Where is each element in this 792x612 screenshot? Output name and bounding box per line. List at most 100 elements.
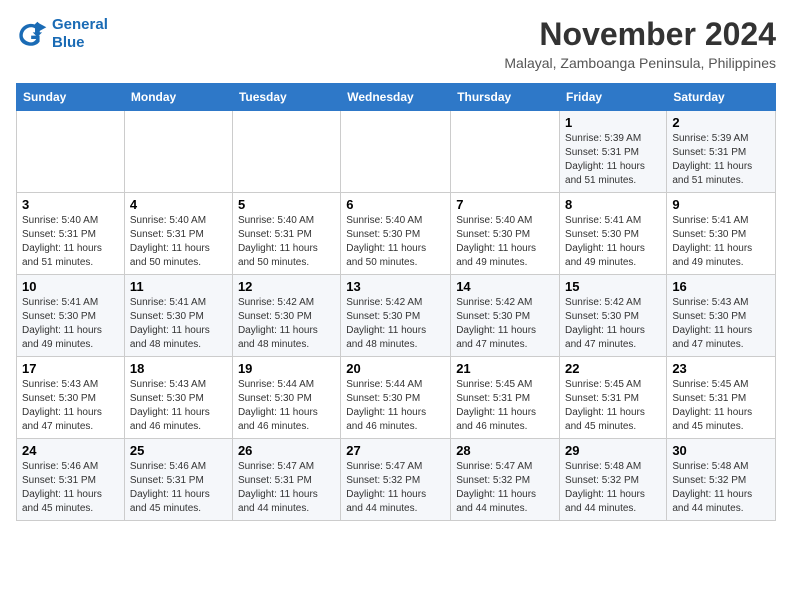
day-info: Sunrise: 5:40 AM Sunset: 5:31 PM Dayligh…: [22, 214, 119, 270]
day-number: 28: [456, 443, 554, 458]
calendar-cell: 18Sunrise: 5:43 AM Sunset: 5:30 PM Dayli…: [124, 357, 232, 439]
calendar-cell: 17 Sunrise: 5:43 AM Sunset: 5:30 PM Dayli…: [17, 357, 125, 439]
day-info: Sunrise: 5:46 AM Sunset: 5:31 PM Dayligh…: [130, 460, 227, 516]
day-info: Sunrise: 5:41 AM Sunset: 5:30 PM Dayligh…: [22, 296, 119, 352]
day-info: Sunrise: 5:40 AM Sunset: 5:31 PM Dayligh…: [130, 214, 227, 270]
calendar-cell: 8 Sunrise: 5:41 AM Sunset: 5:30 PM Daylig…: [560, 193, 667, 275]
day-info: Sunrise: 5:47 AM Sunset: 5:32 PM Dayligh…: [456, 460, 554, 516]
day-number: 30: [672, 443, 770, 458]
calendar-cell: 23Sunrise: 5:45 AM Sunset: 5:31 PM Dayli…: [667, 357, 776, 439]
day-info: Sunrise: 5:42 AM Sunset: 5:30 PM Dayligh…: [456, 296, 554, 352]
day-number: 9: [672, 197, 770, 212]
day-info: Sunrise: 5:44 AM Sunset: 5:30 PM Dayligh…: [238, 378, 335, 434]
calendar-cell: 15 Sunrise: 5:42 AM Sunset: 5:30 PM Dayli…: [560, 275, 667, 357]
title-section: November 2024 Malayal, Zamboanga Peninsu…: [504, 16, 776, 71]
day-info: Sunrise: 5:43 AM Sunset: 5:30 PM Dayligh…: [22, 378, 119, 434]
day-info: Sunrise: 5:45 AM Sunset: 5:31 PM Dayligh…: [565, 378, 661, 434]
header-cell-friday: Friday: [560, 84, 667, 111]
calendar-week-row: 10 Sunrise: 5:41 AM Sunset: 5:30 PM Dayli…: [17, 275, 776, 357]
logo: General Blue: [16, 16, 108, 52]
calendar-cell: 20Sunrise: 5:44 AM Sunset: 5:30 PM Dayli…: [341, 357, 451, 439]
calendar-cell: 7 Sunrise: 5:40 AM Sunset: 5:30 PM Daylig…: [451, 193, 560, 275]
calendar-cell: 10 Sunrise: 5:41 AM Sunset: 5:30 PM Dayli…: [17, 275, 125, 357]
calendar-cell: 11Sunrise: 5:41 AM Sunset: 5:30 PM Dayli…: [124, 275, 232, 357]
page-title: November 2024: [504, 16, 776, 53]
calendar-cell: 6Sunrise: 5:40 AM Sunset: 5:30 PM Daylig…: [341, 193, 451, 275]
day-info: Sunrise: 5:41 AM Sunset: 5:30 PM Dayligh…: [672, 214, 770, 270]
day-info: Sunrise: 5:42 AM Sunset: 5:30 PM Dayligh…: [565, 296, 661, 352]
day-number: 15: [565, 279, 661, 294]
day-number: 3: [22, 197, 119, 212]
day-number: 14: [456, 279, 554, 294]
header-cell-thursday: Thursday: [451, 84, 560, 111]
calendar-cell: 13Sunrise: 5:42 AM Sunset: 5:30 PM Dayli…: [341, 275, 451, 357]
day-info: Sunrise: 5:48 AM Sunset: 5:32 PM Dayligh…: [565, 460, 661, 516]
day-number: 1: [565, 115, 661, 130]
day-number: 24: [22, 443, 119, 458]
day-info: Sunrise: 5:42 AM Sunset: 5:30 PM Dayligh…: [346, 296, 445, 352]
day-info: Sunrise: 5:39 AM Sunset: 5:31 PM Dayligh…: [672, 132, 770, 188]
day-number: 2: [672, 115, 770, 130]
day-info: Sunrise: 5:45 AM Sunset: 5:31 PM Dayligh…: [456, 378, 554, 434]
day-number: 29: [565, 443, 661, 458]
calendar-cell: 1 Sunrise: 5:39 AM Sunset: 5:31 PM Daylig…: [560, 111, 667, 193]
day-number: 20: [346, 361, 445, 376]
day-number: 10: [22, 279, 119, 294]
day-number: 17: [22, 361, 119, 376]
day-info: Sunrise: 5:47 AM Sunset: 5:32 PM Dayligh…: [346, 460, 445, 516]
header-cell-wednesday: Wednesday: [341, 84, 451, 111]
day-number: 27: [346, 443, 445, 458]
calendar-table: SundayMondayTuesdayWednesdayThursdayFrid…: [16, 83, 776, 521]
day-number: 18: [130, 361, 227, 376]
calendar-week-row: 17 Sunrise: 5:43 AM Sunset: 5:30 PM Dayli…: [17, 357, 776, 439]
calendar-cell: 21 Sunrise: 5:45 AM Sunset: 5:31 PM Dayli…: [451, 357, 560, 439]
day-info: Sunrise: 5:39 AM Sunset: 5:31 PM Dayligh…: [565, 132, 661, 188]
calendar-cell: 12 Sunrise: 5:42 AM Sunset: 5:30 PM Dayli…: [232, 275, 340, 357]
calendar-cell: [17, 111, 125, 193]
day-info: Sunrise: 5:40 AM Sunset: 5:31 PM Dayligh…: [238, 214, 335, 270]
calendar-cell: [451, 111, 560, 193]
day-number: 12: [238, 279, 335, 294]
calendar-week-row: 3 Sunrise: 5:40 AM Sunset: 5:31 PM Daylig…: [17, 193, 776, 275]
day-number: 19: [238, 361, 335, 376]
logo-text: General Blue: [52, 16, 108, 52]
calendar-cell: 27 Sunrise: 5:47 AM Sunset: 5:32 PM Dayli…: [341, 439, 451, 521]
header: General Blue November 2024 Malayal, Zamb…: [16, 16, 776, 71]
calendar-header-row: SundayMondayTuesdayWednesdayThursdayFrid…: [17, 84, 776, 111]
calendar-week-row: 1 Sunrise: 5:39 AM Sunset: 5:31 PM Daylig…: [17, 111, 776, 193]
day-number: 4: [130, 197, 227, 212]
day-info: Sunrise: 5:45 AM Sunset: 5:31 PM Dayligh…: [672, 378, 770, 434]
day-number: 16: [672, 279, 770, 294]
calendar-week-row: 24 Sunrise: 5:46 AM Sunset: 5:31 PM Dayli…: [17, 439, 776, 521]
calendar-cell: 28 Sunrise: 5:47 AM Sunset: 5:32 PM Dayli…: [451, 439, 560, 521]
day-number: 5: [238, 197, 335, 212]
day-number: 22: [565, 361, 661, 376]
day-info: Sunrise: 5:43 AM Sunset: 5:30 PM Dayligh…: [672, 296, 770, 352]
header-cell-saturday: Saturday: [667, 84, 776, 111]
calendar-cell: 24 Sunrise: 5:46 AM Sunset: 5:31 PM Dayli…: [17, 439, 125, 521]
day-number: 8: [565, 197, 661, 212]
calendar-cell: [341, 111, 451, 193]
day-number: 26: [238, 443, 335, 458]
calendar-cell: 25Sunrise: 5:46 AM Sunset: 5:31 PM Dayli…: [124, 439, 232, 521]
day-info: Sunrise: 5:41 AM Sunset: 5:30 PM Dayligh…: [130, 296, 227, 352]
day-number: 21: [456, 361, 554, 376]
calendar-cell: 22 Sunrise: 5:45 AM Sunset: 5:31 PM Dayli…: [560, 357, 667, 439]
logo-icon: [16, 20, 48, 48]
calendar-cell: 30 Sunrise: 5:48 AM Sunset: 5:32 PM Dayli…: [667, 439, 776, 521]
day-info: Sunrise: 5:46 AM Sunset: 5:31 PM Dayligh…: [22, 460, 119, 516]
calendar-cell: [124, 111, 232, 193]
day-info: Sunrise: 5:42 AM Sunset: 5:30 PM Dayligh…: [238, 296, 335, 352]
header-cell-tuesday: Tuesday: [232, 84, 340, 111]
day-info: Sunrise: 5:48 AM Sunset: 5:32 PM Dayligh…: [672, 460, 770, 516]
calendar-cell: 3 Sunrise: 5:40 AM Sunset: 5:31 PM Daylig…: [17, 193, 125, 275]
calendar-cell: [232, 111, 340, 193]
day-info: Sunrise: 5:41 AM Sunset: 5:30 PM Dayligh…: [565, 214, 661, 270]
day-number: 7: [456, 197, 554, 212]
calendar-cell: 29 Sunrise: 5:48 AM Sunset: 5:32 PM Dayli…: [560, 439, 667, 521]
calendar-cell: 26Sunrise: 5:47 AM Sunset: 5:31 PM Dayli…: [232, 439, 340, 521]
calendar-cell: 14 Sunrise: 5:42 AM Sunset: 5:30 PM Dayli…: [451, 275, 560, 357]
day-info: Sunrise: 5:40 AM Sunset: 5:30 PM Dayligh…: [456, 214, 554, 270]
calendar-cell: 16 Sunrise: 5:43 AM Sunset: 5:30 PM Dayli…: [667, 275, 776, 357]
day-info: Sunrise: 5:40 AM Sunset: 5:30 PM Dayligh…: [346, 214, 445, 270]
